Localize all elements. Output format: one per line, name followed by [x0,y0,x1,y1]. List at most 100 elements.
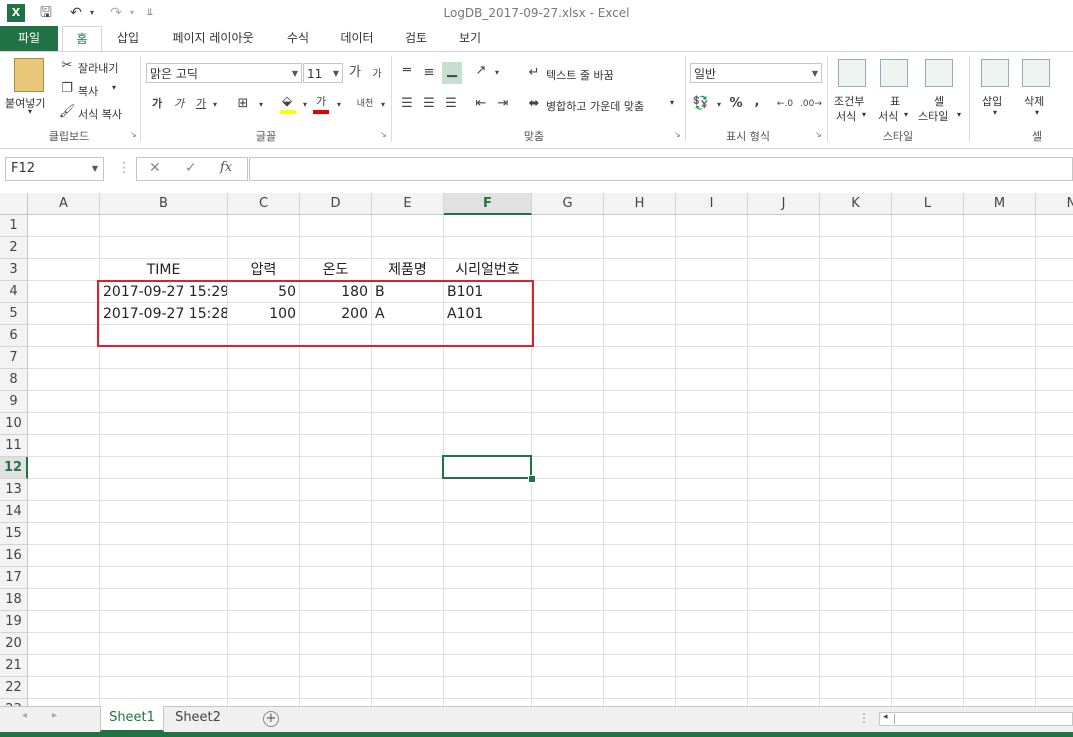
number-launcher-icon[interactable]: ↘ [815,130,822,139]
align-center-icon[interactable]: ☰ [420,95,438,113]
column-header-K[interactable]: K [820,193,892,215]
cut-button[interactable]: 잘라내기 [78,60,118,76]
copy-dropdown-icon[interactable]: ▾ [112,83,116,92]
paste-dropdown-icon[interactable]: ▾ [28,107,32,116]
column-header-I[interactable]: I [676,193,748,215]
scroll-tabs-left-icon[interactable]: ◂ [22,710,27,721]
row-header-13[interactable]: 13 [0,479,28,501]
cell-E3[interactable]: 제품명 [372,259,443,281]
borders-icon[interactable]: ⊞ [234,95,252,113]
increase-indent-icon[interactable]: ⇥ [494,95,512,113]
row-header-6[interactable]: 6 [0,325,28,347]
copy-icon[interactable]: ❐ [58,80,76,98]
italic-button[interactable]: 가 [170,95,188,113]
row-header-11[interactable]: 11 [0,435,28,457]
row-header-7[interactable]: 7 [0,347,28,369]
decrease-indent-icon[interactable]: ⇤ [472,95,490,113]
insert-cells-button[interactable]: 삽입 [982,93,1002,109]
tab-page-layout[interactable]: 페이지 레이아웃 [156,26,270,51]
table-dropdown-icon[interactable]: ▾ [904,110,908,119]
row-header-18[interactable]: 18 [0,589,28,611]
grow-font-button[interactable]: 가 [346,64,364,82]
name-box[interactable]: F12 ▼ [5,157,104,181]
phonetic-dropdown-icon[interactable]: ▾ [374,96,392,114]
borders-dropdown-icon[interactable]: ▾ [252,96,270,114]
format-as-table-icon[interactable] [880,59,908,87]
merge-dropdown-icon[interactable]: ▾ [670,98,674,107]
column-header-F[interactable]: F [444,193,532,215]
column-header-E[interactable]: E [372,193,444,215]
row-header-14[interactable]: 14 [0,501,28,523]
horizontal-scrollbar[interactable]: ◂ [879,712,1073,726]
delete-dropdown-icon[interactable]: ▾ [1035,108,1039,117]
column-header-C[interactable]: C [228,193,300,215]
paste-button[interactable]: 붙여넣기 [5,95,45,111]
column-header-A[interactable]: A [28,193,100,215]
row-header-9[interactable]: 9 [0,391,28,413]
tab-review[interactable]: 검토 [394,26,438,51]
cell-styles-button-line2[interactable]: 스타일 [918,108,948,124]
row-header-2[interactable]: 2 [0,237,28,259]
fill-handle[interactable] [528,475,536,483]
select-all-button[interactable] [0,193,28,215]
delete-cells-button[interactable]: 삭제 [1024,93,1044,109]
bold-button[interactable]: 가 [148,95,166,113]
align-bottom-icon[interactable]: ▁ [442,62,462,84]
row-header-12[interactable]: 12 [0,457,28,479]
conditional-formatting-icon[interactable] [838,59,866,87]
font-size-combo[interactable]: 11 ▼ [303,63,343,83]
insert-dropdown-icon[interactable]: ▾ [993,108,997,117]
align-right-icon[interactable]: ☰ [442,95,460,113]
row-header-21[interactable]: 21 [0,655,28,677]
comma-button[interactable]: , [748,93,766,111]
row-header-10[interactable]: 10 [0,413,28,435]
fill-color-icon[interactable]: ⬙ [278,93,296,111]
conditional-formatting-button-line2[interactable]: 서식 [836,108,856,124]
format-painter-button[interactable]: 서식 복사 [78,106,122,122]
scroll-left-icon[interactable]: ◂ [883,712,888,722]
cancel-icon[interactable]: ✕ [149,160,161,176]
row-header-23[interactable]: 23 [0,699,28,706]
orientation-dropdown-icon[interactable]: ▾ [488,64,506,82]
conditional-dropdown-icon[interactable]: ▾ [862,110,866,119]
row-header-3[interactable]: 3 [0,259,28,281]
format-as-table-button-line2[interactable]: 서식 [878,108,898,124]
phonetic-button[interactable]: 내천 [354,95,376,113]
column-header-M[interactable]: M [964,193,1036,215]
split-handle-icon[interactable]: ⋮ [858,711,870,725]
format-painter-icon[interactable]: 🖌 [58,103,76,121]
row-header-20[interactable]: 20 [0,633,28,655]
formula-input[interactable] [249,157,1073,181]
decrease-decimal-icon[interactable]: .00→ [800,95,822,113]
cell-styles-button[interactable]: 셀 [934,93,944,109]
row-header-22[interactable]: 22 [0,677,28,699]
active-cell-cursor[interactable] [442,455,532,479]
tab-home[interactable]: 홈 [62,26,102,52]
wrap-text-button[interactable]: 텍스트 줄 바꿈 [546,67,614,83]
copy-button[interactable]: 복사 [78,83,98,99]
paste-icon[interactable] [14,58,44,92]
cell-D3[interactable]: 온도 [300,259,371,281]
enter-icon[interactable]: ✓ [185,160,197,176]
alignment-launcher-icon[interactable]: ↘ [674,130,681,139]
add-sheet-icon[interactable]: + [263,711,279,727]
increase-decimal-icon[interactable]: ←.0 [776,95,794,113]
merge-center-icon[interactable]: ⬌ [525,95,543,113]
row-header-17[interactable]: 17 [0,567,28,589]
cell-styles-dropdown-icon[interactable]: ▾ [957,110,961,119]
row-header-15[interactable]: 15 [0,523,28,545]
scrollbar-thumb[interactable] [894,714,895,724]
percent-button[interactable]: % [727,95,745,113]
column-header-N[interactable]: N [1036,193,1073,215]
conditional-formatting-button[interactable]: 조건부 [834,93,864,109]
tab-file[interactable]: 파일 [0,26,58,51]
tab-data[interactable]: 데이터 [330,26,384,51]
row-header-19[interactable]: 19 [0,611,28,633]
row-header-1[interactable]: 1 [0,215,28,237]
insert-cells-icon[interactable] [981,59,1009,87]
scroll-tabs-right-icon[interactable]: ▸ [52,710,57,721]
column-header-G[interactable]: G [532,193,604,215]
font-launcher-icon[interactable]: ↘ [380,130,387,139]
sheet-tab-sheet1[interactable]: Sheet1 [100,706,164,732]
row-header-8[interactable]: 8 [0,369,28,391]
